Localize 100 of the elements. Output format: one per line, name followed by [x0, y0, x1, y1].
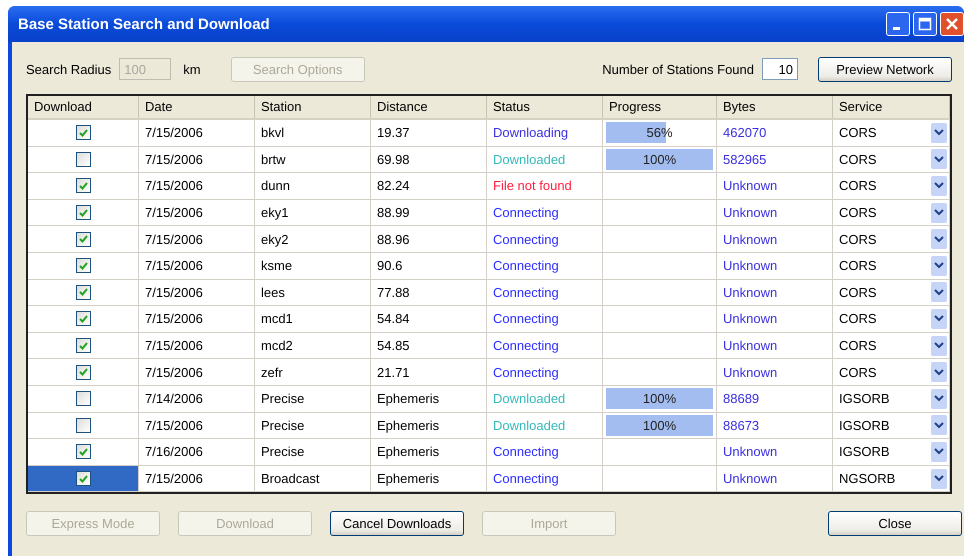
- download-cell[interactable]: [28, 200, 139, 226]
- chevron-down-icon: [934, 448, 944, 456]
- preview-network-button[interactable]: Preview Network: [818, 56, 952, 82]
- download-cell[interactable]: [28, 386, 139, 413]
- minimize-button[interactable]: [886, 12, 910, 36]
- download-cell[interactable]: [28, 173, 139, 200]
- chevron-down-icon: [934, 209, 944, 216]
- service-dropdown[interactable]: CORS: [833, 226, 950, 253]
- date-cell: 7/15/2006: [139, 200, 255, 226]
- station-cell: mcd2: [255, 332, 371, 360]
- station-cell: Precise: [255, 412, 371, 440]
- download-checkbox[interactable]: [76, 258, 90, 274]
- distance-cell: 54.84: [371, 306, 487, 333]
- service-dropdown[interactable]: CORS: [833, 359, 950, 386]
- download-cell[interactable]: [28, 120, 139, 147]
- download-checkbox[interactable]: [76, 444, 90, 460]
- status-cell: Connecting: [487, 226, 603, 253]
- download-checkbox[interactable]: [76, 471, 90, 486]
- service-dropdown[interactable]: CORS: [833, 280, 950, 306]
- bytes-cell: 88689: [717, 386, 833, 413]
- download-checkbox[interactable]: [76, 338, 90, 354]
- column-header[interactable]: Download: [28, 96, 139, 118]
- date-cell: 7/15/2006: [139, 306, 255, 333]
- download-cell[interactable]: [28, 332, 139, 360]
- progress-bar: 100%: [606, 414, 713, 436]
- service-dropdown[interactable]: NGSORB: [833, 466, 950, 492]
- column-header[interactable]: Bytes: [717, 96, 833, 118]
- status-cell: File not found: [487, 173, 603, 200]
- download-cell[interactable]: [28, 306, 139, 333]
- download-cell[interactable]: [28, 280, 139, 306]
- download-cell[interactable]: [28, 252, 139, 280]
- status-cell: Connecting: [487, 252, 603, 280]
- download-checkbox[interactable]: [76, 364, 90, 380]
- column-header[interactable]: Station: [255, 96, 371, 118]
- column-header[interactable]: Status: [487, 96, 603, 118]
- column-header[interactable]: Distance: [371, 96, 487, 118]
- download-checkbox[interactable]: [76, 311, 90, 326]
- column-header[interactable]: Service: [833, 96, 950, 118]
- station-cell: Precise: [255, 439, 371, 466]
- status-cell: Downloading: [487, 120, 603, 147]
- stations-found-field: 10: [762, 58, 798, 80]
- station-cell: bkvl: [255, 120, 371, 147]
- bytes-cell: Unknown: [717, 252, 833, 280]
- dialog-button[interactable]: Cancel Downloads: [330, 510, 464, 536]
- distance-cell: 19.37: [371, 120, 487, 147]
- station-cell: dunn: [255, 173, 371, 200]
- date-cell: 7/15/2006: [139, 252, 255, 280]
- download-checkbox[interactable]: [76, 125, 90, 140]
- station-cell: zefr: [255, 359, 371, 386]
- service-dropdown[interactable]: CORS: [833, 120, 950, 147]
- bytes-cell: Unknown: [717, 173, 833, 200]
- station-cell: ksme: [255, 252, 371, 280]
- bytes-cell: Unknown: [717, 226, 833, 253]
- distance-cell: 82.24: [371, 173, 487, 200]
- service-dropdown[interactable]: CORS: [833, 200, 950, 226]
- service-dropdown[interactable]: CORS: [833, 252, 950, 280]
- download-checkbox[interactable]: [76, 205, 90, 220]
- chevron-down-icon: [934, 156, 944, 163]
- column-header[interactable]: Date: [139, 96, 255, 118]
- distance-cell: 69.98: [371, 146, 487, 174]
- service-dropdown[interactable]: IGSORB: [833, 386, 950, 413]
- service-dropdown[interactable]: CORS: [833, 332, 950, 360]
- date-cell: 7/15/2006: [139, 412, 255, 440]
- download-cell[interactable]: [28, 226, 139, 253]
- minimize-icon: [893, 27, 900, 30]
- service-dropdown[interactable]: CORS: [833, 146, 950, 174]
- download-checkbox[interactable]: [76, 284, 90, 300]
- download-checkbox[interactable]: [76, 152, 90, 167]
- close-icon: [945, 17, 959, 31]
- chevron-down-icon: [934, 182, 944, 190]
- bytes-cell: Unknown: [717, 200, 833, 226]
- download-checkbox[interactable]: [76, 391, 90, 406]
- check-icon: [78, 182, 88, 190]
- date-cell: 7/15/2006: [139, 226, 255, 253]
- date-cell: 7/15/2006: [139, 120, 255, 147]
- download-cell[interactable]: [28, 466, 139, 492]
- download-cell[interactable]: [28, 146, 139, 174]
- check-icon: [78, 368, 88, 376]
- status-cell: Connecting: [487, 280, 603, 306]
- download-checkbox[interactable]: [76, 232, 90, 247]
- maximize-icon: [918, 17, 932, 31]
- stations-found-label: Number of Stations Found: [602, 62, 754, 76]
- chevron-down-icon: [934, 315, 944, 322]
- maximize-button[interactable]: [913, 12, 937, 36]
- download-checkbox[interactable]: [76, 178, 90, 194]
- download-cell[interactable]: [28, 359, 139, 386]
- download-checkbox[interactable]: [76, 418, 90, 433]
- column-header[interactable]: Progress: [603, 96, 717, 118]
- status-cell: Connecting: [487, 200, 603, 226]
- service-dropdown[interactable]: IGSORB: [833, 439, 950, 466]
- close-button[interactable]: [940, 12, 964, 36]
- download-cell[interactable]: [28, 412, 139, 440]
- service-dropdown[interactable]: CORS: [833, 306, 950, 333]
- distance-cell: 54.85: [371, 332, 487, 360]
- distance-cell: Ephemeris: [371, 386, 487, 413]
- bytes-cell: Unknown: [717, 439, 833, 466]
- bytes-cell: Unknown: [717, 466, 833, 492]
- dialog-button[interactable]: Close: [828, 510, 962, 536]
- service-dropdown[interactable]: CORS: [833, 173, 950, 200]
- service-dropdown[interactable]: IGSORB: [833, 412, 950, 440]
